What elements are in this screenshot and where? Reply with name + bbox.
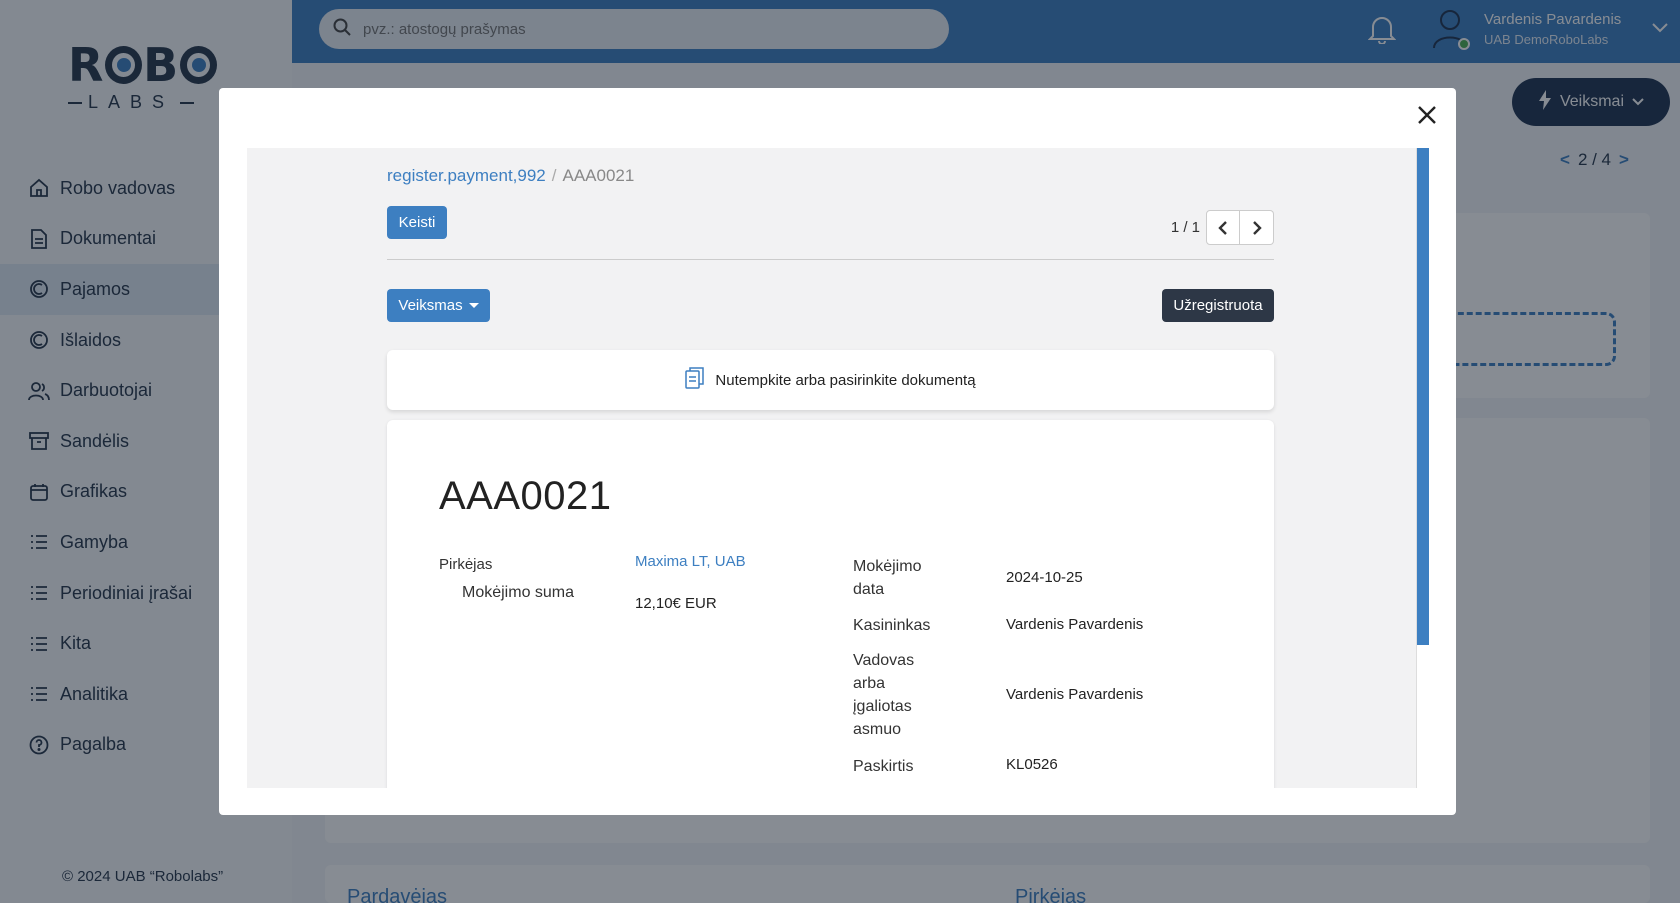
breadcrumb-current: AAA0021 [562,166,635,185]
buyer-link[interactable]: Maxima LT, UAB [635,553,746,570]
payment-date-label: Mokėjimo data [853,558,922,598]
pager-text: 1 / 1 [1170,219,1200,236]
record-pager: 1 / 1 [1171,210,1274,245]
breadcrumb-parent-link[interactable]: register.payment,992 [387,166,546,185]
divider [387,259,1274,260]
scrollbar[interactable] [1416,148,1429,788]
action-dropdown-label: Veiksmas [398,297,463,314]
document-title: AAA0021 [439,474,612,518]
manager-value: Vardenis Pavardenis [1006,686,1144,703]
chevron-right-icon [1252,220,1262,235]
manager-label: Vadovas arba įgaliotas asmuo [853,652,915,738]
copy-documents-icon [685,366,705,394]
buyer-label: Pirkėjas [439,556,493,573]
payment-amount-value: 12,10€ EUR [635,595,717,612]
breadcrumb-separator: / [551,166,557,185]
record-frame: register.payment,992 / AAA0021 Keisti 1 / … [247,148,1429,788]
payment-amount-label: Mokėjimo suma [462,584,575,601]
edit-button[interactable]: Keisti [387,206,447,239]
cashier-value: Vardenis Pavardenis [1006,616,1144,633]
breadcrumb: register.payment,992 / AAA0021 [387,166,634,186]
purpose-label: Paskirtis [853,758,914,775]
prev-button[interactable] [1206,210,1240,245]
caret-down-icon [468,303,479,308]
purpose-value: KL0526 [1006,756,1058,773]
payment-date-value: 2024-10-25 [1006,569,1083,586]
dropzone-text: Nutempkite arba pasirinkite dokumentą [715,371,976,389]
chevron-left-icon [1218,220,1227,235]
action-dropdown-button[interactable]: Veiksmas [387,289,490,322]
document-preview: AAA0021 Pirkėjas Maxima LT, UAB Mokėjimo… [387,420,1274,788]
scrollbar-thumb[interactable] [1417,148,1429,645]
status-badge: Užregistruota [1162,289,1274,322]
next-button[interactable] [1240,210,1274,245]
payment-modal: register.payment,992 / AAA0021 Keisti 1 / … [219,88,1456,815]
cashier-label: Kasininkas [853,617,931,634]
close-icon[interactable] [1412,100,1442,130]
document-dropzone[interactable]: Nutempkite arba pasirinkite dokumentą [387,350,1274,410]
